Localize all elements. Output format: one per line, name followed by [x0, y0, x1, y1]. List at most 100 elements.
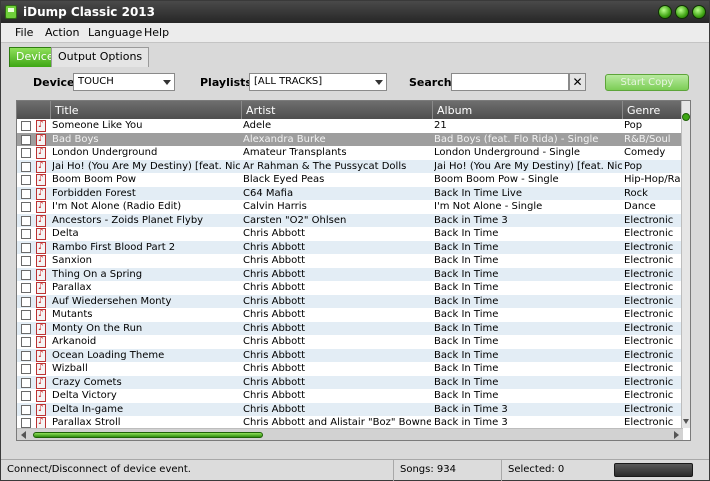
column-header-artist[interactable]: Artist	[241, 101, 432, 119]
clear-search-button[interactable]: ✕	[569, 73, 586, 91]
track-genre: Electronic	[624, 282, 674, 293]
table-row[interactable]: Delta Chris Abbott Back In Time Electronic	[17, 227, 683, 241]
table-row[interactable]: Mutants Chris Abbott Back In Time Electroni…	[17, 308, 683, 322]
table-row[interactable]: Bad Boys Alexandra Burke Bad Boys (feat. F…	[17, 132, 683, 146]
track-title: Parallax Stroll	[52, 417, 121, 428]
column-header-genre[interactable]: Genre	[622, 101, 683, 119]
column-header-album[interactable]: Album	[432, 101, 622, 119]
column-header-title[interactable]: Title	[50, 101, 241, 119]
track-title: Jai Ho! (You Are My Destiny) [feat. Nic.…	[52, 160, 240, 172]
track-checkbox[interactable]	[21, 215, 31, 226]
table-row[interactable]: Ancestors - Zoids Planet Flyby Carsten "O…	[17, 213, 683, 227]
track-checkbox[interactable]	[21, 242, 31, 253]
table-row[interactable]: Someone Like You Adele 21 Pop	[17, 119, 683, 133]
maximize-button[interactable]	[675, 5, 689, 19]
track-checkbox[interactable]	[21, 161, 31, 172]
track-checkbox[interactable]	[21, 377, 31, 388]
track-checkbox[interactable]	[21, 391, 31, 401]
ipod-icon	[5, 5, 17, 19]
track-artist: Chris Abbott	[243, 363, 306, 374]
search-input[interactable]	[451, 73, 569, 91]
track-checkbox[interactable]	[21, 283, 31, 293]
track-checkbox[interactable]	[21, 256, 31, 266]
track-checkbox[interactable]	[21, 229, 31, 239]
vertical-scrollbar[interactable]	[681, 101, 690, 428]
column-header-select[interactable]	[17, 101, 50, 119]
track-checkbox[interactable]	[21, 148, 31, 158]
table-row[interactable]: Parallax Stroll Chris Abbott and Alistair…	[17, 416, 683, 428]
table-row[interactable]: Thing On a Spring Chris Abbott Back In Tim…	[17, 267, 683, 281]
chevron-left-icon[interactable]	[21, 431, 26, 439]
music-note-icon	[36, 376, 46, 389]
menu-file[interactable]: File	[15, 26, 33, 39]
scroll-thumb[interactable]	[682, 113, 690, 121]
chevron-down-icon	[375, 80, 383, 85]
table-row[interactable]: Arkanoid Chris Abbott Back In Time Electron…	[17, 335, 683, 349]
chevron-right-icon[interactable]	[674, 431, 679, 439]
track-album: Back In Time	[434, 376, 499, 388]
track-artist: C64 Mafia	[243, 187, 294, 199]
track-artist: Chris Abbott	[243, 228, 306, 239]
track-checkbox[interactable]	[21, 323, 31, 334]
track-title: Ancestors - Zoids Planet Flyby	[52, 214, 204, 226]
table-row[interactable]: Jai Ho! (You Are My Destiny) [feat. Nic.…	[17, 159, 683, 173]
track-artist: Chris Abbott	[243, 336, 306, 347]
table-row[interactable]: Boom Boom Pow Black Eyed Peas Boom Boom Po…	[17, 173, 683, 187]
track-genre: Electronic	[624, 214, 674, 226]
table-row[interactable]: I'm Not Alone (Radio Edit) Calvin Harris I…	[17, 200, 683, 214]
table-row[interactable]: London Underground Amateur Transplants Lon…	[17, 146, 683, 160]
track-checkbox[interactable]	[21, 364, 31, 374]
menu-help[interactable]: Help	[144, 26, 169, 39]
horizontal-scrollbar[interactable]	[17, 428, 683, 440]
table-row[interactable]: Wizball Chris Abbott Back In Time Electroni…	[17, 362, 683, 376]
playlists-select[interactable]: [ALL TRACKS]	[249, 73, 387, 91]
music-note-icon	[36, 295, 46, 308]
table-row[interactable]: Parallax Chris Abbott Back In Time Electron…	[17, 281, 683, 295]
table-row[interactable]: Delta Victory Chris Abbott Back In Time Ele…	[17, 389, 683, 403]
track-artist: Chris Abbott	[243, 255, 306, 266]
table-row[interactable]: Forbidden Forest C64 Mafia Back In Time Li…	[17, 186, 683, 200]
close-button[interactable]	[692, 5, 706, 19]
track-genre: Pop	[624, 160, 643, 172]
track-checkbox[interactable]	[21, 269, 31, 280]
track-checkbox[interactable]	[21, 404, 31, 415]
track-genre: Electronic	[624, 322, 674, 334]
table-row[interactable]: Delta In-game Chris Abbott Back in Time 3 E…	[17, 402, 683, 416]
track-album: Back in Time 3	[434, 403, 508, 415]
search-label: Search	[409, 76, 452, 89]
device-select[interactable]: TOUCH	[73, 73, 175, 91]
track-checkbox[interactable]	[21, 134, 31, 145]
menu-language[interactable]: Language	[88, 26, 142, 39]
track-checkbox[interactable]	[21, 121, 31, 131]
track-checkbox[interactable]	[21, 202, 31, 212]
tab-output-options[interactable]: Output Options	[51, 47, 150, 67]
chevron-down-icon	[163, 80, 171, 85]
menu-action[interactable]: Action	[45, 26, 79, 39]
track-title: Delta	[52, 228, 79, 239]
track-checkbox[interactable]	[21, 350, 31, 361]
table-row[interactable]: Ocean Loading Theme Chris Abbott Back In T…	[17, 348, 683, 362]
music-note-icon	[36, 241, 46, 254]
app-window: iDump Classic 2013 File Action Language …	[0, 0, 710, 481]
track-list-header: Title Artist Album Genre	[17, 101, 683, 119]
music-note-icon	[36, 389, 46, 403]
table-row[interactable]: Crazy Comets Chris Abbott Back In Time Elec…	[17, 375, 683, 389]
track-checkbox[interactable]	[21, 418, 31, 428]
track-title: Ocean Loading Theme	[52, 349, 165, 361]
minimize-button[interactable]	[658, 5, 672, 19]
track-checkbox[interactable]	[21, 310, 31, 320]
title-bar[interactable]: iDump Classic 2013	[1, 1, 709, 23]
table-row[interactable]: Monty On the Run Chris Abbott Back In Time…	[17, 321, 683, 335]
table-row[interactable]: Rambo First Blood Part 2 Chris Abbott Back…	[17, 240, 683, 254]
table-row[interactable]: Auf Wiedersehen Monty Chris Abbott Back In…	[17, 294, 683, 308]
start-copy-button[interactable]: Start Copy	[605, 74, 689, 91]
chevron-down-icon[interactable]	[683, 419, 689, 424]
track-checkbox[interactable]	[21, 296, 31, 307]
scroll-thumb[interactable]	[33, 432, 263, 438]
music-note-icon	[36, 308, 46, 322]
track-checkbox[interactable]	[21, 337, 31, 347]
track-checkbox[interactable]	[21, 188, 31, 199]
table-row[interactable]: Sanxion Chris Abbott Back In Time Electroni…	[17, 254, 683, 268]
track-checkbox[interactable]	[21, 175, 31, 185]
music-note-icon	[36, 416, 46, 428]
